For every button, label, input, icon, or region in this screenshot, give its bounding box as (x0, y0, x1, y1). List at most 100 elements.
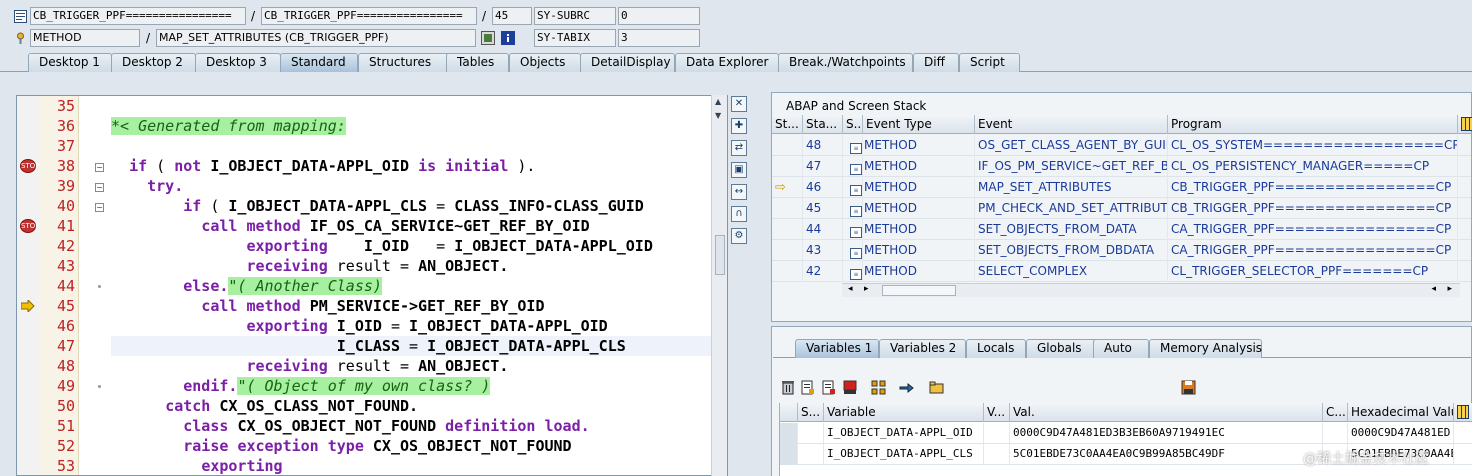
breakpoint-gutter[interactable] (17, 96, 39, 475)
line-number-field[interactable]: 45 (492, 7, 532, 25)
tab-variables-2[interactable]: Variables 2 (879, 339, 966, 358)
stack-row[interactable]: 43 ≡ METHOD SET_OBJECTS_FROM_DBDATA CA_TRIGG… (772, 240, 1471, 261)
tab-standard[interactable]: Standard (280, 53, 358, 72)
col-stack-level[interactable]: Sta... (803, 115, 843, 134)
code-line[interactable]: call method PM_SERVICE->GET_REF_BY_OID (111, 296, 711, 316)
program-field[interactable]: CB_TRIGGER_PPF================ (30, 7, 246, 25)
scroll-down-icon[interactable]: ▼ (715, 111, 721, 120)
tab-desktop-2[interactable]: Desktop 2 (111, 53, 196, 72)
tab-script[interactable]: Script (959, 53, 1020, 72)
tab-data-explorer[interactable]: Data Explorer (675, 53, 779, 72)
stack-row[interactable]: 45 ≡ METHOD PM_CHECK_AND_SET_ATTRIBUT... CB_… (772, 198, 1471, 219)
code-line[interactable]: call method IF_OS_CA_SERVICE~GET_REF_BY_… (111, 216, 711, 236)
stack-row[interactable]: ⇨ 46 ≡ METHOD MAP_SET_ATTRIBUTES CB_TRIGGER_P… (772, 177, 1471, 198)
new-tool-icon[interactable]: ✚ (731, 118, 747, 134)
code-line[interactable]: else."( Another Class) (111, 276, 711, 296)
sysvar-name-field[interactable]: SY-SUBRC (534, 7, 616, 25)
variable-value-cell[interactable]: 5C01EBDE73C0AA4EA0C9B99A85BC49DF (1010, 444, 1323, 465)
col-s[interactable]: S... (843, 115, 863, 134)
event-cell[interactable]: OS_GET_CLASS_AGENT_BY_GUID (975, 135, 1168, 156)
sysvar2-name-field[interactable]: SY-TABIX (534, 29, 616, 47)
display-source-icon[interactable] (480, 30, 496, 46)
stack-scroll-thumb[interactable] (882, 285, 956, 296)
info-icon[interactable] (500, 30, 516, 46)
breakpoint-icon[interactable]: STOP (20, 219, 39, 233)
editor-vertical-scrollbar[interactable]: ▲ ▼ (711, 95, 727, 476)
scroll-left-icon[interactable]: ◂ (848, 284, 853, 294)
code-line[interactable]: receiving result = AN_OBJECT. (111, 356, 711, 376)
tab-tables[interactable]: Tables (446, 53, 509, 72)
col-hex-value[interactable]: Hexadecimal Value (1348, 403, 1454, 422)
event-cell[interactable]: SET_OBJECTS_FROM_DATA (975, 219, 1168, 240)
sysvar-value-field[interactable]: 0 (618, 7, 700, 25)
settings-tool-icon[interactable]: ⚙ (731, 228, 747, 244)
fold-toggle[interactable]: − (95, 183, 104, 192)
event-field[interactable]: MAP_SET_ATTRIBUTES (CB_TRIGGER_PPF) (156, 29, 476, 47)
code-line[interactable]: class CX_OS_OBJECT_NOT_FOUND definition … (111, 416, 711, 436)
code-line[interactable]: try. (111, 176, 711, 196)
code-line[interactable]: exporting I_OID = I_OBJECT_DATA-APPL_OID (111, 316, 711, 336)
col-program[interactable]: Program (1168, 115, 1458, 134)
variable-name-cell[interactable]: I_OBJECT_DATA-APPL_OID (824, 423, 984, 444)
save-layout-icon[interactable] (842, 380, 858, 396)
stack-horizontal-scrollbar[interactable]: ◂ ▸ ◂ ▸ (842, 283, 1460, 297)
tab-structures[interactable]: Structures (358, 53, 450, 72)
event-type-field[interactable]: METHOD (30, 29, 140, 47)
resize-icon[interactable]: ↔ (731, 184, 747, 200)
code-line[interactable]: catch CX_OS_CLASS_NOT_FOUND. (111, 396, 711, 416)
delete-icon[interactable] (780, 380, 796, 396)
code-line[interactable]: I_CLASS = I_OBJECT_DATA-APPL_CLS (111, 336, 711, 356)
headset-icon[interactable]: ∩ (731, 206, 747, 222)
fold-toggle[interactable]: − (95, 203, 104, 212)
variable-row[interactable]: I_OBJECT_DATA-APPL_OID 0000C9D47A481ED3B3… (780, 423, 1472, 444)
swap-tool-icon[interactable]: ⇄ (731, 140, 747, 156)
stack-row[interactable]: 47 ≡ METHOD IF_OS_PM_SERVICE~GET_REF_B... CL… (772, 156, 1471, 177)
event-cell[interactable]: PM_CHECK_AND_SET_ATTRIBUT... (975, 198, 1168, 219)
stack-row[interactable]: 48 ≡ METHOD OS_GET_CLASS_AGENT_BY_GUID CL_OS… (772, 135, 1471, 156)
include-field[interactable]: CB_TRIGGER_PPF================ (261, 7, 477, 25)
code-line[interactable]: if ( not I_OBJECT_DATA-APPL_OID is initi… (111, 156, 711, 176)
code-line[interactable] (111, 136, 711, 156)
column-settings-icon[interactable] (1461, 117, 1472, 131)
open-folder-icon[interactable] (928, 380, 944, 396)
breakpoint-icon[interactable]: STOP (20, 159, 39, 173)
maximize-icon[interactable]: ▣ (731, 162, 747, 178)
event-cell[interactable]: SELECT_COMPLEX (975, 261, 1168, 282)
navigate-icon[interactable] (898, 380, 914, 396)
import-icon[interactable] (821, 380, 837, 396)
source-code-editor[interactable]: STOP STOP 35 36 37 38 39 40 41 42 43 44 45 46 47 48 49… (16, 95, 728, 476)
sysvar2-value-field[interactable]: 3 (618, 29, 700, 47)
col-event-type[interactable]: Event Type (863, 115, 975, 134)
close-icon[interactable]: ✕ (731, 96, 747, 112)
scroll-up-icon[interactable]: ▲ (715, 97, 721, 106)
col-v[interactable]: V... (984, 403, 1010, 422)
stack-row[interactable]: 44 ≡ METHOD SET_OBJECTS_FROM_DATA CA_TRIGGER… (772, 219, 1471, 240)
code-line[interactable]: *< Generated from mapping: (111, 116, 711, 136)
stack-row[interactable]: 42 ≡ METHOD SELECT_COMPLEX CL_TRIGGER_SELECT… (772, 261, 1471, 282)
tab-break-watchpoints[interactable]: Break./Watchpoints (778, 53, 913, 72)
code-line[interactable]: receiving result = AN_OBJECT. (111, 256, 711, 276)
tab-auto[interactable]: Auto (1093, 339, 1149, 358)
tab-diff[interactable]: Diff (913, 53, 959, 72)
save-icon[interactable] (1180, 380, 1196, 396)
col-event[interactable]: Event (975, 115, 1168, 134)
code-line[interactable]: exporting (111, 456, 711, 475)
editor-scroll-thumb[interactable] (715, 235, 725, 275)
code-line[interactable]: endif."( Object of my own class? ) (111, 376, 711, 396)
event-cell[interactable]: MAP_SET_ATTRIBUTES (975, 177, 1168, 198)
tab-variables-1[interactable]: Variables 1 (795, 339, 879, 358)
hierarchy-icon[interactable] (870, 380, 886, 396)
col-variable[interactable]: Variable (824, 403, 984, 422)
tab-locals[interactable]: Locals (966, 339, 1026, 358)
code-line[interactable]: if ( I_OBJECT_DATA-APPL_CLS = CLASS_INFO… (111, 196, 711, 216)
col-status[interactable]: St... (772, 115, 803, 134)
tab-memory-analysis[interactable]: Memory Analysis (1149, 339, 1262, 358)
code-text-area[interactable]: *< Generated from mapping: if ( not I_OB… (111, 96, 711, 475)
variable-name-cell[interactable]: I_OBJECT_DATA-APPL_CLS (824, 444, 984, 465)
event-cell[interactable]: IF_OS_PM_SERVICE~GET_REF_B... (975, 156, 1168, 177)
variable-value-cell[interactable]: 0000C9D47A481ED3B3EB60A9719491EC (1010, 423, 1323, 444)
event-cell[interactable]: SET_OBJECTS_FROM_DBDATA (975, 240, 1168, 261)
col-value[interactable]: Val. (1010, 403, 1323, 422)
tab-detaildisplay[interactable]: DetailDisplay (580, 53, 675, 72)
code-line[interactable]: exporting I_OID = I_OBJECT_DATA-APPL_OID (111, 236, 711, 256)
